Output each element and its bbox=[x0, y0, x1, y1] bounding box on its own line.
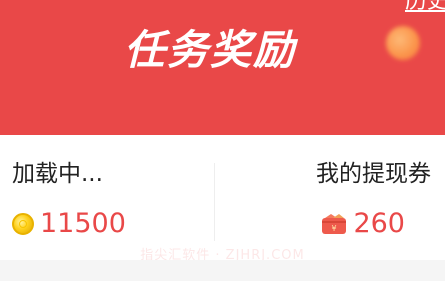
stats-card: 加载中... 11500 我的提现券 ¥ 260 bbox=[0, 135, 445, 260]
gold-coin-icon bbox=[12, 213, 34, 235]
section-gap bbox=[0, 260, 445, 281]
svg-text:¥: ¥ bbox=[332, 224, 337, 233]
stats-divider bbox=[214, 163, 215, 241]
glowing-orb-icon bbox=[386, 26, 420, 60]
withdraw-coupon-balance[interactable]: ¥ 260 bbox=[321, 207, 405, 241]
loading-label: 加载中... bbox=[12, 161, 103, 187]
coin-balance-value: 11500 bbox=[40, 208, 126, 239]
task-reward-header: 任务奖励 历史 bbox=[0, 0, 445, 135]
withdraw-coupon-value: 260 bbox=[353, 208, 405, 239]
page-title: 任务奖励 bbox=[124, 26, 296, 74]
withdraw-coupon-label: 我的提现券 bbox=[316, 161, 431, 187]
history-link[interactable]: 历史 bbox=[405, 0, 445, 16]
coupon-wallet-icon: ¥ bbox=[322, 214, 347, 234]
coin-balance[interactable]: 11500 bbox=[12, 207, 126, 241]
